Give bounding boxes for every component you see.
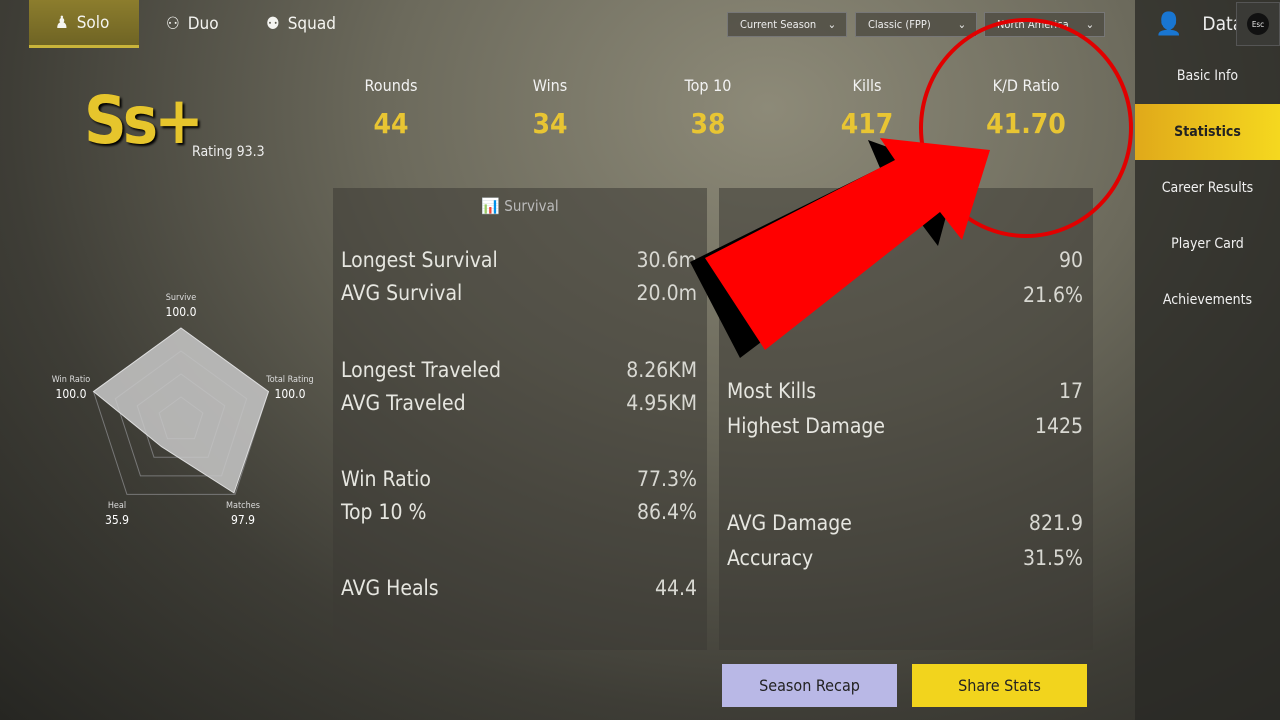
- stat-row: AVG Survival 20.0m: [341, 281, 697, 305]
- radar-label-total-rating: Total Rating 100.0: [266, 375, 314, 401]
- stat-row: 90: [1058, 248, 1083, 272]
- region-dropdown[interactable]: North America ⌄: [984, 12, 1105, 37]
- bar-chart-icon: 📊: [481, 197, 500, 215]
- mode-dropdown[interactable]: Classic (FPP) ⌄: [855, 12, 977, 37]
- radar-label-survive: Survive 100.0: [165, 293, 197, 319]
- sidebar-item-career-results[interactable]: Career Results: [1135, 160, 1280, 216]
- esc-button[interactable]: Esc: [1236, 2, 1280, 46]
- combat-panel: 90 21.6% Most Kills 17 Highest Damage 1425…: [719, 188, 1093, 650]
- stat-kd-ratio: K/D Ratio 41.70: [986, 76, 1066, 140]
- stat-top10: Top 10 38: [684, 76, 732, 140]
- stat-wins: Wins 34: [532, 76, 568, 140]
- radar-value-area: [92, 327, 270, 494]
- stat-row: Most Kills 17: [727, 379, 1083, 403]
- stat-row: AVG Heals 44.4: [341, 576, 697, 600]
- stat-row: Accuracy 31.5%: [727, 546, 1083, 570]
- stat-row: Win Ratio 77.3%: [341, 467, 697, 491]
- stat-row: Top 10 % 86.4%: [341, 500, 697, 524]
- sidebar: 👤 Data Basic Info Statistics Career Resu…: [1135, 0, 1280, 720]
- stat-row: Longest Survival 30.6m: [341, 248, 697, 272]
- season-dropdown[interactable]: Current Season ⌄: [727, 12, 847, 37]
- stat-rounds: Rounds 44: [364, 76, 418, 140]
- sidebar-item-basic-info[interactable]: Basic Info: [1135, 48, 1280, 104]
- stat-row: 21.6%: [1022, 283, 1083, 307]
- stat-row: AVG Traveled 4.95KM: [341, 391, 697, 415]
- stat-row: Longest Traveled 8.26KM: [341, 358, 697, 382]
- sidebar-item-statistics[interactable]: Statistics: [1135, 104, 1280, 160]
- chevron-down-icon: ⌄: [827, 18, 836, 31]
- share-stats-button[interactable]: Share Stats: [912, 664, 1087, 707]
- sidebar-item-achievements[interactable]: Achievements: [1135, 272, 1280, 328]
- radar-label-heal: Heal 35.9: [104, 501, 130, 527]
- survival-title: 📊 Survival: [481, 197, 559, 215]
- stat-row: Highest Damage 1425: [727, 414, 1083, 438]
- chevron-down-icon: ⌄: [957, 18, 966, 31]
- stat-kills: Kills 417: [840, 76, 894, 140]
- user-icon: 👤: [1155, 11, 1183, 37]
- survival-panel: 📊 Survival Longest Survival 30.6m AVG Sur…: [333, 188, 707, 650]
- season-recap-button[interactable]: Season Recap: [722, 664, 897, 707]
- radar-chart: [92, 327, 270, 495]
- radar-label-matches: Matches 97.9: [226, 501, 260, 527]
- radar-label-win-ratio: Win Ratio 100.0: [51, 375, 91, 401]
- chevron-down-icon: ⌄: [1085, 18, 1094, 31]
- sidebar-item-player-card[interactable]: Player Card: [1135, 216, 1280, 272]
- stat-row: AVG Damage 821.9: [727, 511, 1083, 535]
